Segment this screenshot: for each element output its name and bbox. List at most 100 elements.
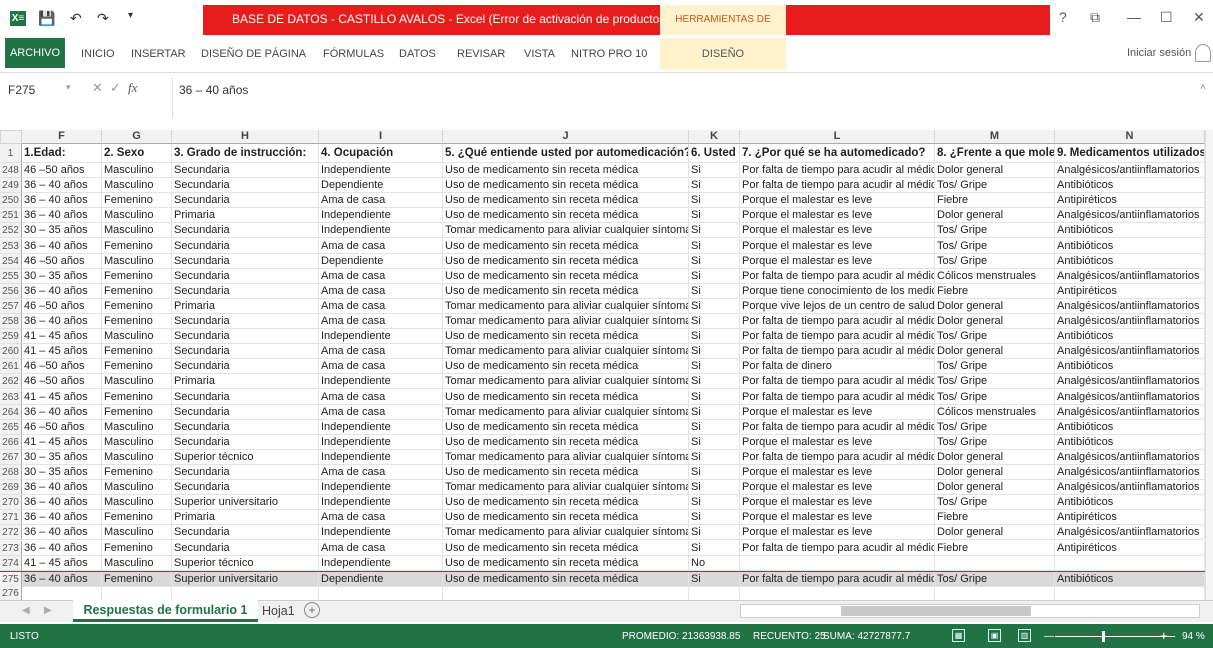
- cell-l[interactable]: Por falta de tiempo para acudir al médic…: [740, 314, 935, 329]
- cell-i[interactable]: Ama de casa: [319, 404, 443, 420]
- cell-m[interactable]: Tos/ Gripe: [935, 374, 1055, 390]
- cell-j[interactable]: Tomar medicamento para aliviar cualquier…: [443, 374, 689, 390]
- cell-j[interactable]: Uso de medicamento sin receta médica: [443, 571, 689, 587]
- cell-n[interactable]: Analgésicos/antiinflamatorios: [1055, 314, 1205, 329]
- cell-g[interactable]: Femenino: [102, 404, 172, 420]
- cell-f[interactable]: 36 – 40 años: [22, 314, 102, 329]
- cell-h[interactable]: Secundaria: [172, 465, 319, 480]
- tab-revisar[interactable]: REVISAR: [457, 48, 505, 60]
- row-number[interactable]: 259: [0, 329, 22, 345]
- cell-m[interactable]: Tos/ Gripe: [935, 359, 1055, 375]
- cell-k[interactable]: Si: [689, 163, 740, 178]
- cell-m[interactable]: Tos/ Gripe: [935, 178, 1055, 194]
- tab-vista[interactable]: VISTA: [524, 48, 555, 60]
- cell-m[interactable]: Fiebre: [935, 540, 1055, 556]
- minimize-icon[interactable]: —: [1127, 9, 1141, 25]
- cell-i[interactable]: Independiente: [319, 555, 443, 571]
- cell-i[interactable]: Independiente: [319, 163, 443, 178]
- row-number[interactable]: 262: [0, 374, 22, 390]
- redo-icon[interactable]: ↷: [97, 10, 109, 27]
- cell-j[interactable]: Uso de medicamento sin receta médica: [443, 510, 689, 526]
- cell-f[interactable]: 36 – 40 años: [22, 525, 102, 541]
- cell-h[interactable]: [172, 585, 319, 601]
- row-number[interactable]: 267: [0, 449, 22, 465]
- cell-l[interactable]: Por falta de tiempo para acudir al médic…: [740, 449, 935, 465]
- cell-m[interactable]: Dolor general: [935, 314, 1055, 329]
- cell-n[interactable]: Antibióticos: [1055, 253, 1205, 269]
- add-sheet-button[interactable]: +: [304, 602, 320, 618]
- cell-k[interactable]: Si: [689, 449, 740, 465]
- cell-m[interactable]: Tos/ Gripe: [935, 238, 1055, 254]
- row-number[interactable]: 266: [0, 434, 22, 450]
- cell-n[interactable]: [1055, 555, 1205, 571]
- cell-g[interactable]: Masculino: [102, 208, 172, 224]
- cell-j[interactable]: Tomar medicamento para aliviar cualquier…: [443, 404, 689, 420]
- cell-k[interactable]: Si: [689, 298, 740, 314]
- cell-k[interactable]: Si: [689, 389, 740, 405]
- avatar[interactable]: [1195, 44, 1211, 62]
- cell-l[interactable]: Por falta de tiempo para acudir al médic…: [740, 268, 935, 284]
- cell-k[interactable]: Si: [689, 193, 740, 209]
- cell-m[interactable]: Dolor general: [935, 298, 1055, 314]
- cell-n[interactable]: Analgésicos/antiinflamatorios: [1055, 465, 1205, 480]
- zoom-in-icon[interactable]: +: [1160, 628, 1168, 643]
- cell-l[interactable]: Porque el malestar es leve: [740, 208, 935, 224]
- column-header-m[interactable]: M: [935, 130, 1055, 144]
- cell-n[interactable]: Analgésicos/antiinflamatorios: [1055, 163, 1205, 178]
- cell-k[interactable]: Si: [689, 208, 740, 224]
- cell-l[interactable]: Porque el malestar es leve: [740, 510, 935, 526]
- cell-m[interactable]: Tos/ Gripe: [935, 434, 1055, 450]
- cell-k[interactable]: Si: [689, 178, 740, 194]
- cell-l[interactable]: Porque tiene conocimiento de los medicam…: [740, 283, 935, 299]
- name-box-dropdown-icon[interactable]: ▾: [66, 82, 71, 93]
- cell-i[interactable]: Ama de casa: [319, 389, 443, 405]
- cell-f[interactable]: 36 – 40 años: [22, 571, 102, 587]
- column-header-g[interactable]: G: [102, 130, 172, 144]
- cell-m[interactable]: Tos/ Gripe: [935, 571, 1055, 587]
- collapse-formula-bar-icon[interactable]: ˄: [1200, 82, 1206, 93]
- column-header-h[interactable]: H: [172, 130, 319, 144]
- cell-n[interactable]: Analgésicos/antiinflamatorios: [1055, 208, 1205, 224]
- cell-f[interactable]: 36 – 40 años: [22, 540, 102, 556]
- cell-g[interactable]: Masculino: [102, 329, 172, 345]
- cell-f[interactable]: 46 –50 años: [22, 419, 102, 435]
- tab-diseno-tabla[interactable]: DISEÑO: [660, 38, 786, 70]
- cell-n[interactable]: Antibióticos: [1055, 359, 1205, 375]
- cell-m[interactable]: Dolor general: [935, 465, 1055, 480]
- cell-h[interactable]: Superior técnico: [172, 555, 319, 571]
- row-number[interactable]: 257: [0, 298, 22, 314]
- horizontal-scrollbar[interactable]: [740, 604, 1200, 618]
- cell-j[interactable]: Uso de medicamento sin receta médica: [443, 163, 689, 178]
- cell-g[interactable]: Femenino: [102, 571, 172, 587]
- cell-m[interactable]: Dolor general: [935, 449, 1055, 465]
- normal-view-icon[interactable]: ▦: [952, 629, 965, 642]
- cell-l[interactable]: Porque el malestar es leve: [740, 404, 935, 420]
- cell-l[interactable]: Porque el malestar es leve: [740, 495, 935, 511]
- cell-j[interactable]: Uso de medicamento sin receta médica: [443, 268, 689, 284]
- prev-sheet-icon[interactable]: ◀: [22, 605, 30, 616]
- cell-g[interactable]: Femenino: [102, 359, 172, 375]
- cell-k[interactable]: [689, 585, 740, 601]
- cell-f[interactable]: 41 – 45 años: [22, 555, 102, 571]
- cell-i[interactable]: Independiente: [319, 419, 443, 435]
- page-break-icon[interactable]: ▥: [1018, 629, 1031, 642]
- customize-quick-access-icon[interactable]: ▾: [128, 10, 133, 21]
- cell-h[interactable]: Secundaria: [172, 480, 319, 496]
- cell-n[interactable]: Antibióticos: [1055, 238, 1205, 254]
- cell-i[interactable]: Ama de casa: [319, 540, 443, 556]
- zoom-slider[interactable]: [1055, 636, 1175, 637]
- formula-input[interactable]: 36 – 40 años: [172, 78, 1202, 118]
- cell-n[interactable]: Antibióticos: [1055, 178, 1205, 194]
- cell-j[interactable]: Uso de medicamento sin receta médica: [443, 495, 689, 511]
- cell-h[interactable]: Secundaria: [172, 344, 319, 360]
- cell-l[interactable]: Porque el malestar es leve: [740, 465, 935, 480]
- cell-h[interactable]: Secundaria: [172, 238, 319, 254]
- cell-h[interactable]: Secundaria: [172, 223, 319, 239]
- cell-n[interactable]: Antibióticos: [1055, 223, 1205, 239]
- row-number[interactable]: 251: [0, 208, 22, 224]
- cell-n[interactable]: Analgésicos/antiinflamatorios: [1055, 480, 1205, 496]
- cell-l[interactable]: Porque el malestar es leve: [740, 253, 935, 269]
- cell-k[interactable]: Si: [689, 268, 740, 284]
- cell-l[interactable]: Por falta de tiempo para acudir al médic…: [740, 163, 935, 178]
- cell-h[interactable]: Primaria: [172, 510, 319, 526]
